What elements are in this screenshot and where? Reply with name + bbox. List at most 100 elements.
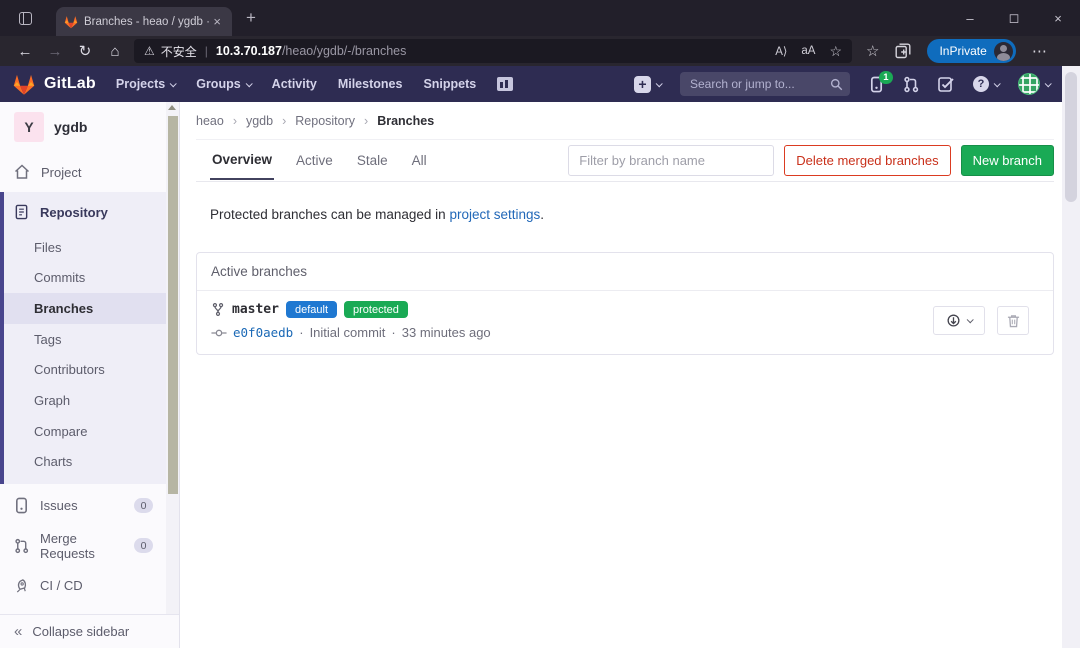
breadcrumb-ygdb[interactable]: ygdb <box>246 114 273 128</box>
sidebar-item-branches[interactable]: Branches <box>0 293 179 324</box>
breadcrumb-heao[interactable]: heao <box>196 114 224 128</box>
download-branch-button[interactable] <box>933 306 985 335</box>
browser-titlebar: Branches - heao / ygdb · GitLab × + – ◻ … <box>0 0 1080 36</box>
add-favorite-icon[interactable]: ☆ <box>829 43 842 60</box>
commit-message[interactable]: Initial commit <box>310 325 386 340</box>
forward-icon[interactable]: → <box>40 43 70 60</box>
sidebar-item-issues[interactable]: Issues 0 <box>0 486 179 526</box>
tab-stale[interactable]: Stale <box>355 142 390 179</box>
help-menu[interactable]: ? <box>973 76 999 92</box>
rocket-icon <box>14 578 29 594</box>
active-branches-card: Active branches master default protected… <box>196 252 1054 355</box>
breadcrumb-repository[interactable]: Repository <box>295 114 355 128</box>
page-scrollbar[interactable] <box>1062 66 1080 648</box>
address-bar[interactable]: ⚠ 不安全 | 10.3.70.187 /heao/ygdb/-/branche… <box>134 39 852 63</box>
nav-issues-link[interactable]: 1 <box>869 76 884 93</box>
todos-icon[interactable] <box>938 76 954 92</box>
not-secure-warning-icon: ⚠ <box>144 44 155 58</box>
plus-icon: + <box>634 76 651 93</box>
home-icon[interactable]: ⌂ <box>100 43 130 60</box>
browser-tab[interactable]: Branches - heao / ygdb · GitLab × <box>56 7 232 36</box>
commit-icon <box>211 327 227 339</box>
protected-badge: protected <box>344 301 408 318</box>
sidebar-scrollbar-thumb[interactable] <box>168 116 178 494</box>
main-content: heao › ygdb › Repository › Branches Over… <box>180 102 1062 648</box>
close-button[interactable]: × <box>1036 0 1080 36</box>
commit-sha-link[interactable]: e0f0aedb <box>233 325 293 340</box>
home-icon <box>14 164 30 180</box>
branch-tabs: Overview Active Stale All Delete merged … <box>196 140 1054 182</box>
gitlab-navbar: GitLab Projects Groups Activity Mileston… <box>0 66 1062 102</box>
inprivate-badge[interactable]: InPrivate <box>927 39 1015 63</box>
analytics-icon[interactable] <box>497 77 513 91</box>
sidebar-item-tags[interactable]: Tags <box>0 324 179 355</box>
sidebar-item-commits[interactable]: Commits <box>0 263 179 294</box>
user-menu[interactable] <box>1018 73 1050 95</box>
tab-title: Branches - heao / ygdb · GitLab <box>84 16 210 28</box>
sidebar-item-graph[interactable]: Graph <box>0 385 179 416</box>
sidebar-section-repository: Repository Files Commits Branches Tags C… <box>0 192 179 484</box>
delete-branch-button[interactable] <box>997 306 1029 335</box>
branch-filter-input[interactable] <box>568 145 774 176</box>
browser-toolbar: ← → ↻ ⌂ ⚠ 不安全 | 10.3.70.187 /heao/ygdb/-… <box>0 36 1080 66</box>
refresh-icon[interactable]: ↻ <box>70 42 100 60</box>
favorites-icon[interactable]: ☆ <box>866 42 879 60</box>
sidebar-item-repository[interactable]: Repository <box>0 192 179 232</box>
sidebar-item-files[interactable]: Files <box>0 232 179 263</box>
minimize-button[interactable]: – <box>948 0 992 36</box>
issues-count-badge: 0 <box>134 498 153 513</box>
address-divider: | <box>205 44 208 58</box>
project-settings-link[interactable]: project settings <box>449 207 540 222</box>
project-name: ygdb <box>54 119 87 135</box>
nav-activity[interactable]: Activity <box>272 77 317 91</box>
new-tab-button[interactable]: + <box>246 8 256 28</box>
new-menu[interactable]: + <box>634 76 661 93</box>
project-context[interactable]: Y ygdb <box>0 102 179 152</box>
maximize-button[interactable]: ◻ <box>992 0 1036 36</box>
back-icon[interactable]: ← <box>10 43 40 60</box>
issues-icon <box>14 497 29 514</box>
collapse-sidebar-button[interactable]: « Collapse sidebar <box>0 614 179 648</box>
url-path: /heao/ygdb/-/branches <box>282 44 406 58</box>
nav-snippets[interactable]: Snippets <box>423 77 476 91</box>
tab-overview[interactable]: Overview <box>210 141 274 180</box>
page-scrollbar-thumb[interactable] <box>1065 72 1077 202</box>
mr-count-badge: 0 <box>134 538 153 553</box>
merge-request-icon[interactable] <box>903 76 919 93</box>
global-search-input[interactable] <box>680 72 850 96</box>
project-sidebar: Y ygdb Project Repository Files Commits … <box>0 102 180 648</box>
issues-count-badge: 1 <box>879 71 893 84</box>
gitlab-logo[interactable] <box>12 73 36 96</box>
download-icon <box>946 313 961 328</box>
sidebar-item-cicd[interactable]: CI / CD <box>0 566 179 606</box>
nav-groups[interactable]: Groups <box>196 77 250 91</box>
branch-row: master default protected e0f0aedb · Init… <box>197 291 1053 354</box>
scroll-up-icon[interactable] <box>168 105 176 110</box>
nav-projects[interactable]: Projects <box>116 77 175 91</box>
profile-avatar-icon <box>994 42 1013 61</box>
sidebar-item-project[interactable]: Project <box>0 152 179 192</box>
sidebar-item-merge-requests[interactable]: Merge Requests 0 <box>0 526 179 566</box>
document-icon <box>14 204 29 220</box>
tab-actions-icon[interactable] <box>12 7 38 29</box>
delete-merged-branches-button[interactable]: Delete merged branches <box>784 145 950 176</box>
commit-time: 33 minutes ago <box>402 325 491 340</box>
nav-milestones[interactable]: Milestones <box>338 77 403 91</box>
collapse-icon: « <box>14 623 22 640</box>
new-branch-button[interactable]: New branch <box>961 145 1054 176</box>
read-aloud-icon[interactable]: A⟩ <box>775 44 787 58</box>
gitlab-brand-text[interactable]: GitLab <box>44 75 96 93</box>
sidebar-scrollbar[interactable] <box>166 102 179 614</box>
translate-icon[interactable]: aA <box>801 45 815 57</box>
sidebar-item-charts[interactable]: Charts <box>0 447 179 478</box>
collections-icon[interactable] <box>895 43 911 59</box>
tab-all[interactable]: All <box>410 142 429 179</box>
browser-menu-icon[interactable]: ⋯ <box>1032 42 1047 60</box>
inprivate-label: InPrivate <box>939 44 986 58</box>
sidebar-item-compare[interactable]: Compare <box>0 416 179 447</box>
tab-close-icon[interactable]: × <box>210 14 224 29</box>
branch-name[interactable]: master <box>232 302 279 317</box>
search-icon <box>830 78 843 91</box>
sidebar-item-contributors[interactable]: Contributors <box>0 355 179 386</box>
tab-active[interactable]: Active <box>294 142 335 179</box>
